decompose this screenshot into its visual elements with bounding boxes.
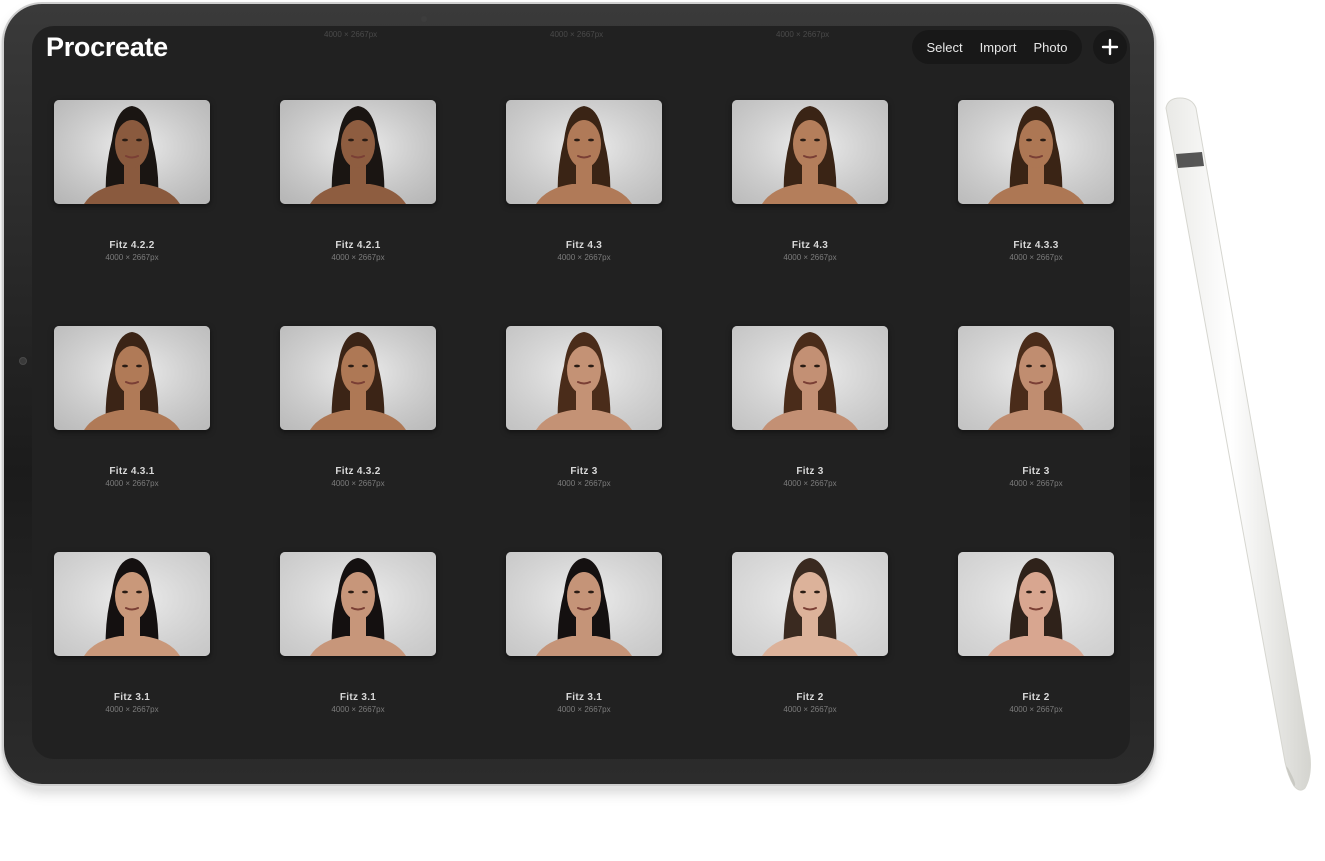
artwork-title: Fitz 3	[570, 466, 598, 477]
artwork-card[interactable]: Fitz 3.1 4000 × 2667px	[44, 552, 220, 714]
product-mockup: Fitz 4.2.2 4000 × 2667px Fitz 4.2.1 4000 × …	[0, 0, 1325, 861]
artwork-thumbnail	[958, 326, 1114, 430]
artwork-title: Fitz 3	[796, 466, 824, 477]
artwork-thumbnail	[506, 326, 662, 430]
artwork-title: Fitz 4.3	[791, 240, 829, 251]
ipad-device: Fitz 4.2.2 4000 × 2667px Fitz 4.2.1 4000 × …	[4, 4, 1154, 784]
side-camera	[19, 357, 27, 365]
app-title: Procreate	[46, 32, 168, 62]
artwork-dimensions: 4000 × 2667px	[783, 253, 837, 262]
artwork-thumbnail	[506, 100, 662, 204]
partial-artwork-dimensions: 4000 × 2667px	[324, 30, 378, 39]
import-button[interactable]: Import	[980, 40, 1017, 55]
artwork-card[interactable]: Fitz 3 4000 × 2667px	[722, 326, 898, 488]
artwork-thumbnail	[54, 326, 210, 430]
artwork-card[interactable]: Fitz 4.3.2 4000 × 2667px	[270, 326, 446, 488]
artwork-title: Fitz 4.2.2	[109, 240, 155, 251]
artwork-thumbnail	[958, 100, 1114, 204]
artwork-gallery: Fitz 4.2.2 4000 × 2667px Fitz 4.2.1 4000 × …	[32, 26, 1130, 759]
artwork-title: Fitz 3.1	[339, 692, 377, 703]
artwork-card[interactable]: Fitz 4.2.2 4000 × 2667px	[44, 100, 220, 262]
artwork-title: Fitz 4.3.3	[1013, 240, 1059, 251]
partial-artwork-dimensions: 4000 × 2667px	[550, 30, 604, 39]
artwork-dimensions: 4000 × 2667px	[783, 705, 837, 714]
artwork-dimensions: 4000 × 2667px	[331, 705, 385, 714]
artwork-card[interactable]: Fitz 3 4000 × 2667px	[948, 326, 1124, 488]
artwork-title: Fitz 3.1	[113, 692, 151, 703]
front-camera	[421, 16, 427, 22]
artwork-title: Fitz 4.2.1	[335, 240, 381, 251]
artwork-card[interactable]: Fitz 3 4000 × 2667px	[496, 326, 672, 488]
artwork-card[interactable]: Fitz 4.3 4000 × 2667px	[722, 100, 898, 262]
artwork-card[interactable]: Fitz 2 4000 × 2667px	[948, 552, 1124, 714]
artwork-title: Fitz 2	[1022, 692, 1050, 703]
select-button[interactable]: Select	[927, 40, 963, 55]
artwork-title: Fitz 3.1	[565, 692, 603, 703]
artwork-card[interactable]: Fitz 3.1 4000 × 2667px	[270, 552, 446, 714]
artwork-dimensions: 4000 × 2667px	[331, 479, 385, 488]
artwork-dimensions: 4000 × 2667px	[1009, 253, 1063, 262]
artwork-thumbnail	[280, 326, 436, 430]
partial-artwork-dimensions: 4000 × 2667px	[776, 30, 830, 39]
artwork-dimensions: 4000 × 2667px	[331, 253, 385, 262]
artwork-thumbnail	[280, 100, 436, 204]
artwork-dimensions: 4000 × 2667px	[105, 253, 159, 262]
artwork-thumbnail	[732, 326, 888, 430]
artwork-dimensions: 4000 × 2667px	[557, 705, 611, 714]
gallery-toolbar: Select Import Photo	[912, 30, 1082, 64]
artwork-dimensions: 4000 × 2667px	[1009, 479, 1063, 488]
procreate-gallery-screen: Fitz 4.2.2 4000 × 2667px Fitz 4.2.1 4000 × …	[32, 26, 1130, 759]
artwork-dimensions: 4000 × 2667px	[105, 705, 159, 714]
artwork-thumbnail	[732, 552, 888, 656]
plus-icon	[1101, 38, 1119, 56]
pencil-band	[1176, 152, 1204, 168]
artwork-thumbnail	[54, 552, 210, 656]
artwork-thumbnail	[732, 100, 888, 204]
artwork-card[interactable]: Fitz 4.3 4000 × 2667px	[496, 100, 672, 262]
artwork-card[interactable]: Fitz 3.1 4000 × 2667px	[496, 552, 672, 714]
artwork-title: Fitz 4.3	[565, 240, 603, 251]
artwork-title: Fitz 3	[1022, 466, 1050, 477]
new-canvas-button[interactable]	[1093, 30, 1127, 64]
artwork-dimensions: 4000 × 2667px	[557, 253, 611, 262]
artwork-title: Fitz 2	[796, 692, 824, 703]
artwork-card[interactable]: Fitz 4.3.1 4000 × 2667px	[44, 326, 220, 488]
artwork-thumbnail	[506, 552, 662, 656]
artwork-thumbnail	[54, 100, 210, 204]
artwork-thumbnail	[280, 552, 436, 656]
artwork-dimensions: 4000 × 2667px	[783, 479, 837, 488]
artwork-dimensions: 4000 × 2667px	[557, 479, 611, 488]
artwork-title: Fitz 4.3.2	[335, 466, 381, 477]
artwork-dimensions: 4000 × 2667px	[1009, 705, 1063, 714]
artwork-dimensions: 4000 × 2667px	[105, 479, 159, 488]
stylus-pencil	[1165, 97, 1311, 791]
artwork-thumbnail	[958, 552, 1114, 656]
artwork-card[interactable]: Fitz 4.3.3 4000 × 2667px	[948, 100, 1124, 262]
photo-button[interactable]: Photo	[1033, 40, 1067, 55]
artwork-card[interactable]: Fitz 4.2.1 4000 × 2667px	[270, 100, 446, 262]
artwork-title: Fitz 4.3.1	[109, 466, 155, 477]
artwork-card[interactable]: Fitz 2 4000 × 2667px	[722, 552, 898, 714]
